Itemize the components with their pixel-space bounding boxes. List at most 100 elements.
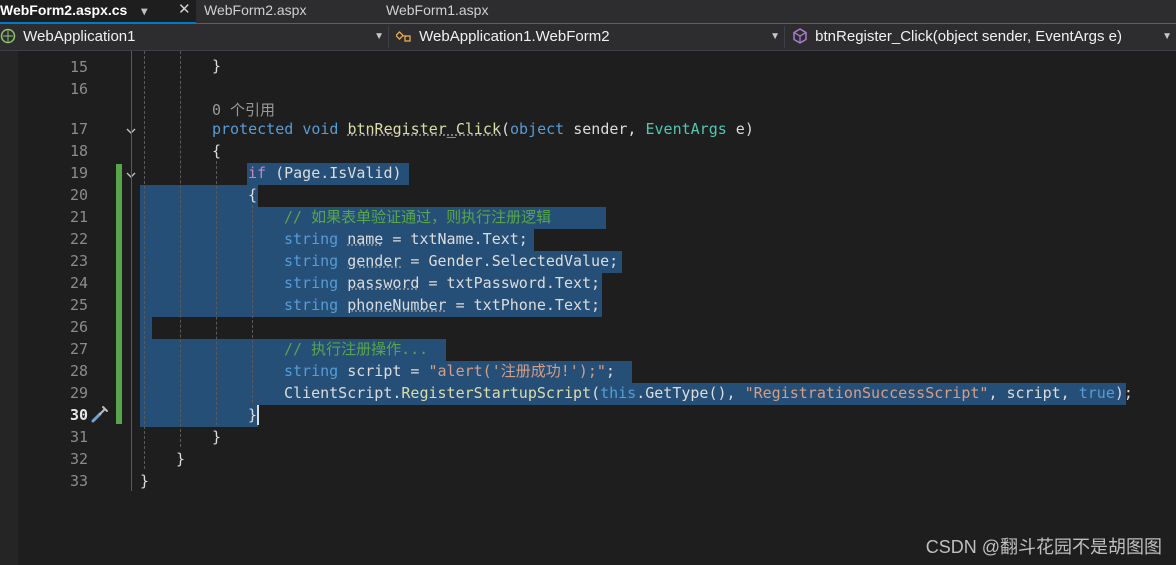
tab-webform2-aspx[interactable]: WebForm2.aspx [204,0,306,22]
string-literal: "alert('注册成功!');" [428,362,606,380]
parameter: sender, [564,120,646,138]
line-number: 28 [69,362,88,380]
project-dropdown[interactable]: WebApplication1 ▼ [0,26,389,48]
line-number: 23 [69,252,88,270]
parameter: e) [726,120,754,138]
line-number: 29 [69,384,88,402]
expression: = txtName.Text; [383,230,528,248]
code-line-19: if (Page.IsValid) [248,162,402,184]
keyword: string [284,274,339,292]
code-line-20: { [248,186,258,204]
variable: password [347,274,420,292]
code-editor[interactable]: 15 16 17 18 19 20 21 22 23 24 25 26 27 2… [0,51,1176,565]
code-line-17: protected void btnRegister_Click(object … [212,118,754,140]
line-number: 24 [69,274,88,292]
expression: script = [338,362,429,380]
expression: = txtPassword.Text; [419,274,601,292]
tab-webform2-aspx-cs[interactable]: WebForm2.aspx.cs ▾ ✕ [0,0,196,24]
codelens-references[interactable]: 0 个引用 [212,99,275,120]
code-line-33: } [140,472,150,490]
code-line-27-comment: // 执行注册操作... [284,340,429,358]
punctuation: ( [501,120,511,138]
code-line-28: string script = "alert('注册成功!');"; [284,360,615,382]
code-line-24: string password = txtPassword.Text; [284,272,600,294]
code-line-31: } [212,428,222,446]
line-number-current: 30 [69,406,88,424]
method-name: RegisterStartupScript [401,384,592,402]
line-number: 17 [69,120,88,138]
expression: , script, [988,384,1079,402]
selection-highlight [140,185,258,207]
member-label: btnRegister_Click(object sender, EventAr… [815,28,1122,45]
condition: (Page.IsValid) [266,164,402,182]
line-number: 16 [69,80,88,98]
class-dropdown[interactable]: WebApplication1.WebForm2 ▼ [396,26,785,48]
code-line-32: } [176,450,186,468]
member-dropdown[interactable]: btnRegister_Click(object sender, EventAr… [792,26,1176,48]
punctuation: ( [591,384,601,402]
punctuation: ); [1114,384,1133,402]
chevron-down-icon: ▼ [374,31,384,42]
method-name: btnRegister_Click [347,120,501,138]
code-line-25: string phoneNumber = txtPhone.Text; [284,294,600,316]
keyword: string [284,252,339,270]
chevron-down-icon: ▼ [1162,31,1172,42]
expression: ClientScript. [284,384,402,402]
line-number: 15 [69,58,88,76]
code-line-15: } [212,57,222,75]
tab-label: WebForm2.aspx.cs [0,2,128,18]
indent-guide [144,51,145,469]
keyword: string [284,230,339,248]
indent-guide [252,205,253,403]
navigation-bar: WebApplication1 ▼ WebApplication1.WebFor… [0,24,1176,51]
line-number: 33 [69,472,88,490]
class-label: WebApplication1.WebForm2 [419,28,610,45]
line-number: 22 [69,230,88,248]
change-indicator-bar [116,164,122,424]
tab-label: WebForm1.aspx [386,2,489,18]
line-number: 32 [69,450,88,468]
line-number: 18 [69,142,88,160]
keyword: void [302,120,339,138]
code-line-21-comment: // 如果表单验证通过，则执行注册逻辑 [284,208,552,226]
variable: gender [347,252,402,270]
pin-icon[interactable]: ▾ [141,1,147,21]
tab-label: WebForm2.aspx [204,2,307,18]
quick-actions-icon[interactable] [90,404,110,424]
indent-guide [216,161,217,425]
keyword: true [1078,384,1115,402]
code-line-29: ClientScript.RegisterStartupScript(this.… [284,382,1133,404]
keyword: string [284,296,339,314]
variable: phoneNumber [347,296,447,314]
line-number: 25 [69,296,88,314]
line-number: 20 [69,186,88,204]
code-line-18: { [212,142,222,160]
expression: = Gender.SelectedValue; [401,252,619,270]
line-number: 27 [69,340,88,358]
line-number: 19 [69,164,88,182]
punctuation: ; [605,362,615,380]
keyword: string [284,362,339,380]
string-literal: "RegistrationSuccessScript" [744,384,989,402]
watermark: CSDN @翻斗花园不是胡图图 [925,537,1162,557]
tab-webform1-aspx[interactable]: WebForm1.aspx [386,0,488,22]
selection-highlight [140,317,152,339]
fold-guide-line [131,51,132,491]
indent-guide [180,51,181,447]
csharp-project-icon [0,28,16,44]
selection-highlight [140,405,258,427]
editor-margin-strip [0,51,18,565]
project-label: WebApplication1 [23,28,136,45]
code-line-23: string gender = Gender.SelectedValue; [284,250,618,272]
type-name: EventArgs [645,120,727,138]
method-icon [793,28,807,44]
variable: name [347,230,384,248]
keyword: protected [212,120,294,138]
keyword: this [600,384,637,402]
line-number: 21 [69,208,88,226]
line-number: 31 [69,428,88,446]
expression: = txtPhone.Text; [446,296,601,314]
chevron-down-icon: ▼ [770,31,780,42]
line-number: 26 [69,318,88,336]
close-icon[interactable]: ✕ [178,0,191,20]
